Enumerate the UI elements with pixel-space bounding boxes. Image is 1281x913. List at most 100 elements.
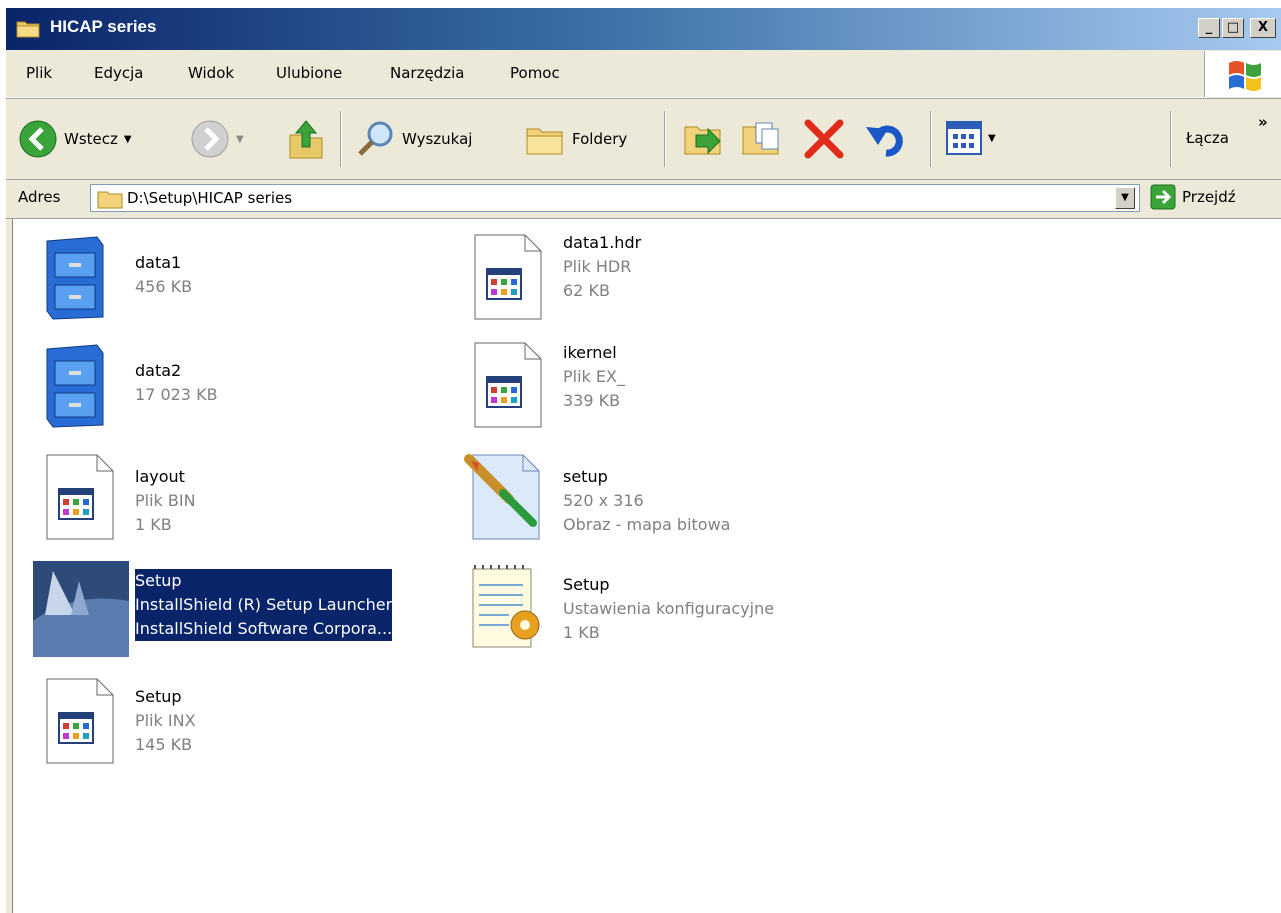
toolbar-overflow-button[interactable]: » (1258, 113, 1268, 131)
windows-logo (1204, 51, 1281, 97)
window-title: HICAP series (50, 17, 157, 36)
menu-edycja[interactable]: Edycja (94, 64, 143, 82)
file-text: Setup Ustawienia konfiguracyjne 1 KB (563, 573, 774, 645)
file-name: Setup (563, 575, 610, 594)
file-item[interactable]: data1 456 KB (33, 231, 433, 331)
file-size: 456 KB (135, 277, 193, 296)
go-label: Przejdź (1182, 188, 1236, 206)
folder-up-icon (289, 120, 323, 159)
generic-file-icon (46, 678, 114, 764)
file-name: data1 (135, 253, 182, 272)
toolbar-separator (664, 111, 666, 167)
file-size: 1 KB (563, 623, 600, 642)
folders-icon (526, 128, 563, 155)
delete-icon[interactable] (802, 117, 846, 161)
undo-icon[interactable] (864, 117, 908, 161)
generic-file-icon (474, 342, 542, 428)
file-company: InstallShield Software Corpora... (135, 617, 393, 641)
file-item[interactable]: data2 17 023 KB (33, 339, 433, 439)
folders-label: Foldery (572, 130, 628, 148)
file-name: layout (135, 467, 185, 486)
address-bar: Adres D:\Setup\HICAP series ▼ Przejdź (6, 178, 1281, 219)
file-text: data1 456 KB (135, 251, 192, 299)
file-type: Obraz - mapa bitowa (563, 515, 731, 534)
file-item[interactable]: data1.hdr Plik HDR 62 KB (461, 231, 861, 331)
file-text: Setup InstallShield (R) Setup Launcher I… (135, 569, 393, 641)
address-dropdown-button[interactable]: ▼ (1115, 187, 1135, 209)
search-label: Wyszukaj (402, 130, 473, 148)
menu-narzedzia[interactable]: Narzędzia (390, 64, 464, 82)
views-grid-icon (946, 121, 982, 155)
file-item[interactable]: Setup Ustawienia konfiguracyjne 1 KB (461, 561, 861, 661)
cabinet-icon (46, 344, 104, 428)
maximize-button[interactable]: □ (1222, 18, 1244, 38)
file-size: 145 KB (135, 735, 193, 754)
file-item[interactable]: Setup Plik INX 145 KB (33, 675, 433, 775)
menu-widok[interactable]: Widok (188, 64, 234, 82)
file-size: 1 KB (135, 515, 172, 534)
back-arrow-icon (19, 120, 57, 158)
minimize-button[interactable]: _ (1198, 18, 1220, 38)
file-size: 17 023 KB (135, 385, 218, 404)
bitmap-icon (464, 454, 540, 540)
explorer-window: HICAP series _ □ X Plik Edycja Widok Ulu… (6, 8, 1281, 913)
address-path: D:\Setup\HICAP series (127, 189, 293, 207)
file-item[interactable]: layout Plik BIN 1 KB (33, 451, 433, 551)
toolbar-separator (340, 111, 342, 167)
menu-pomoc[interactable]: Pomoc (510, 64, 560, 82)
copy-to-icon[interactable] (740, 119, 782, 159)
file-name: Setup (135, 687, 182, 706)
file-name: setup (563, 467, 608, 486)
file-text: Setup Plik INX 145 KB (135, 685, 196, 757)
close-button[interactable]: X (1250, 18, 1276, 38)
file-item[interactable]: ikernel Plik EX_ 339 KB (461, 339, 861, 439)
links-label[interactable]: Łącza (1186, 129, 1229, 147)
file-size: 339 KB (563, 391, 621, 410)
file-text: setup 520 x 316 Obraz - mapa bitowa (563, 465, 730, 537)
file-text: layout Plik BIN 1 KB (135, 465, 196, 537)
up-folder-button[interactable] (286, 117, 326, 161)
file-size: 62 KB (563, 281, 610, 300)
file-type: Plik EX_ (563, 367, 625, 386)
folders-button[interactable]: Foldery (524, 119, 627, 159)
file-name: data2 (135, 361, 182, 380)
file-name: ikernel (563, 343, 617, 362)
forward-arrow-icon (191, 120, 229, 158)
chevron-down-icon: ▼ (236, 133, 244, 145)
menu-bar: Plik Edycja Widok Ulubione Narzędzia Pom… (6, 51, 1206, 98)
menu-plik[interactable]: Plik (26, 64, 52, 82)
search-icon (358, 121, 393, 156)
back-label: Wstecz (64, 130, 118, 148)
config-settings-icon (472, 565, 540, 648)
folder-icon (97, 191, 123, 209)
go-arrow-icon (1150, 184, 1176, 210)
chevron-down-icon: ▼ (988, 132, 996, 144)
generic-file-icon (474, 234, 542, 320)
search-button[interactable]: Wyszukaj (356, 119, 472, 159)
menu-ulubione[interactable]: Ulubione (276, 64, 342, 82)
windows-flag-icon (1229, 61, 1261, 91)
go-button[interactable]: Przejdź (1150, 184, 1236, 210)
file-type: Ustawienia konfiguracyjne (563, 599, 775, 618)
file-text: data1.hdr Plik HDR 62 KB (563, 231, 641, 303)
title-bar[interactable]: HICAP series _ □ X (6, 8, 1281, 50)
file-type: Plik INX (135, 711, 196, 730)
move-to-icon[interactable] (682, 119, 724, 159)
toolbar-separator (1170, 111, 1172, 167)
file-list: data1 456 KB data1.hdr Plik HDR 62 KB da… (12, 219, 1281, 913)
file-item-selected[interactable]: Setup InstallShield (R) Setup Launcher I… (33, 561, 453, 661)
views-button[interactable]: ▼ (946, 121, 996, 155)
file-item[interactable]: setup 520 x 316 Obraz - mapa bitowa (461, 451, 861, 551)
file-type: Plik BIN (135, 491, 196, 510)
file-text: data2 17 023 KB (135, 359, 218, 407)
folder-icon (16, 21, 40, 38)
toolbar-separator (930, 111, 932, 167)
address-label: Adres (18, 188, 61, 206)
back-button[interactable]: Wstecz ▼ (18, 119, 132, 159)
installshield-icon (33, 561, 129, 657)
address-input[interactable]: D:\Setup\HICAP series ▼ (90, 184, 1140, 212)
toolbar: Wstecz ▼ ▼ Wyszukaj Foldery ▼ Łącza » (6, 98, 1281, 180)
file-name: Setup (135, 569, 393, 593)
forward-button[interactable]: ▼ (190, 119, 244, 159)
image-dimensions: 520 x 316 (563, 491, 644, 510)
